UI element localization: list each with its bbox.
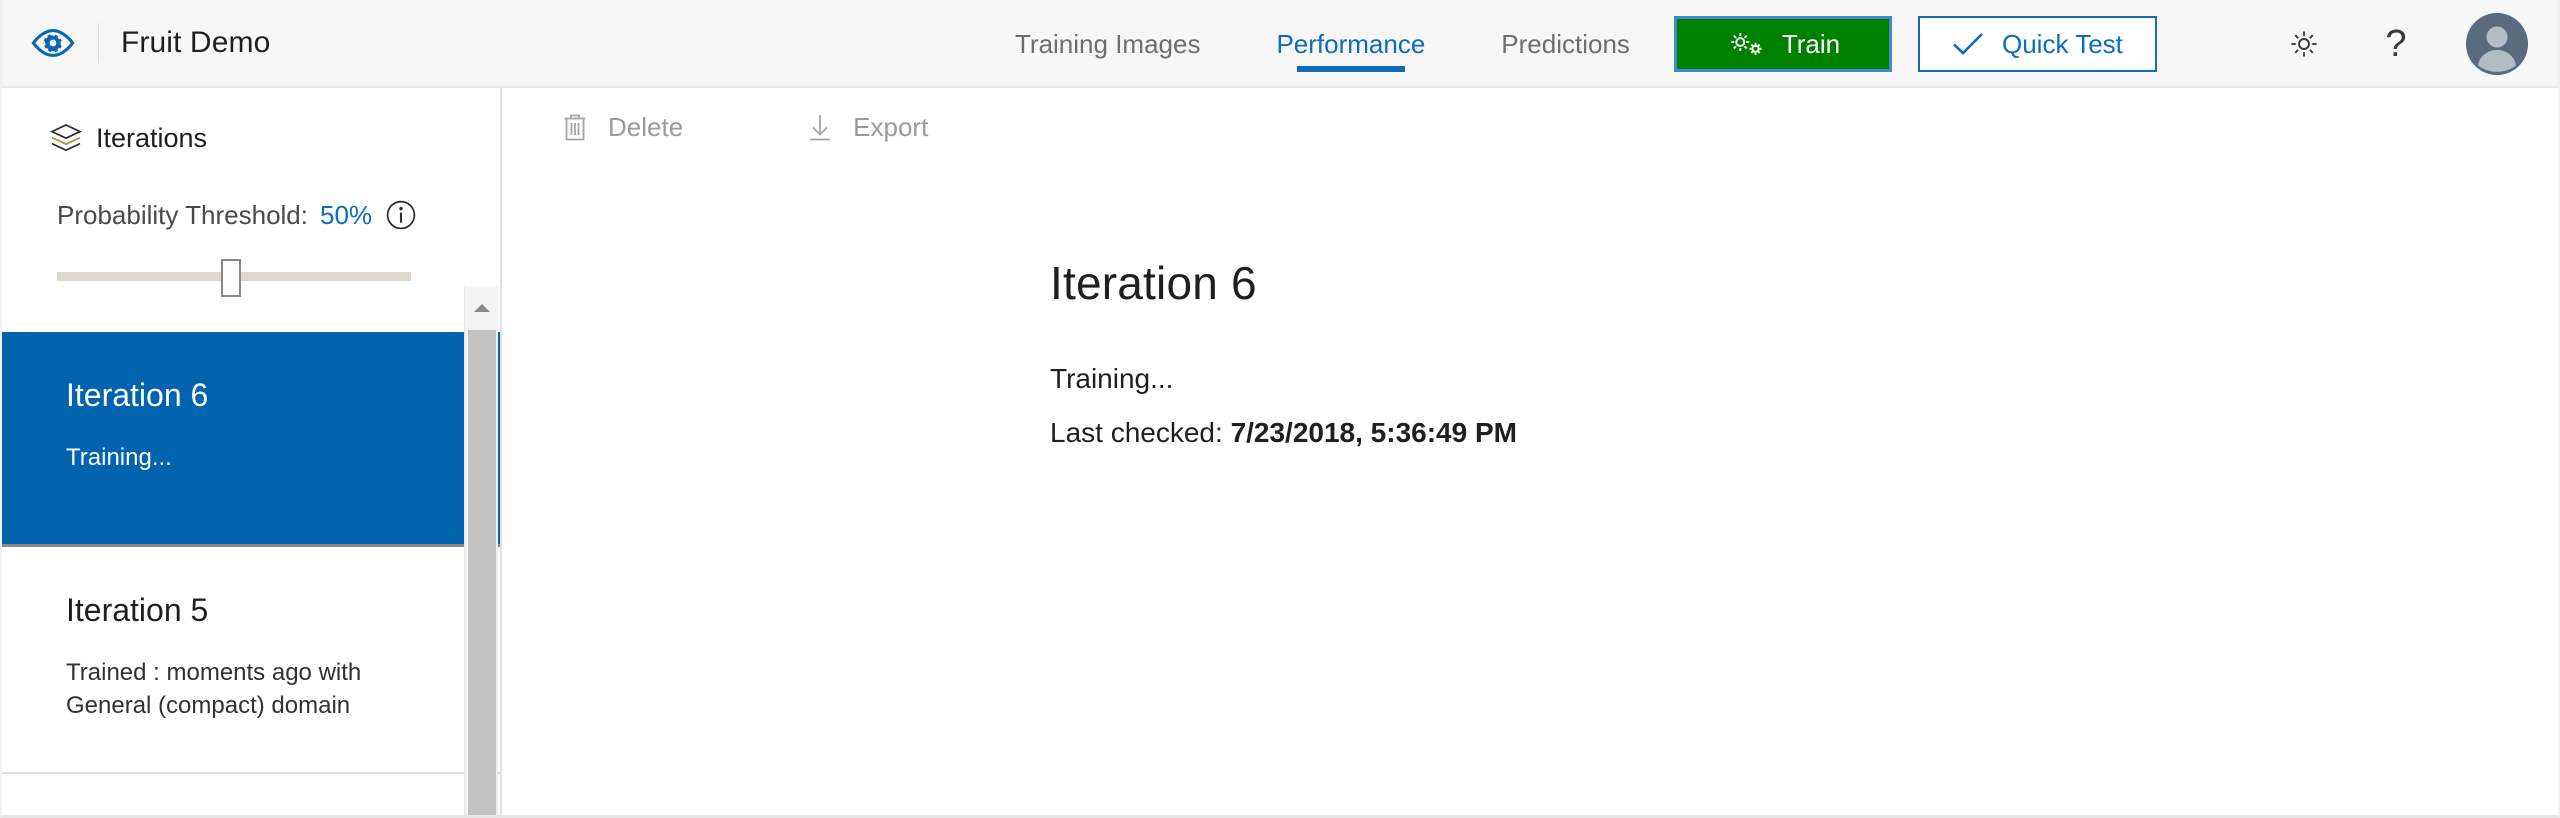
- last-checked-value: 7/23/2018, 5:36:49 PM: [1230, 416, 1517, 448]
- threshold-value: 50%: [320, 199, 373, 230]
- download-arrow-icon: [805, 111, 835, 143]
- quick-test-button[interactable]: Quick Test: [1918, 16, 2157, 72]
- last-checked-label: Last checked:: [1050, 416, 1223, 448]
- iterations-heading: Iterations: [2, 88, 500, 160]
- train-button-label: Train: [1781, 28, 1841, 59]
- trash-icon: [560, 111, 590, 143]
- iteration-detail-title: Iteration 6: [1050, 257, 1257, 309]
- main-nav: Training Images Performance Predictions: [977, 0, 1668, 88]
- iterations-sidebar: Iterations Probability Threshold: 50% It…: [2, 88, 502, 815]
- tab-predictions[interactable]: Predictions: [1463, 0, 1668, 88]
- iteration-list-item-5[interactable]: Iteration 5 Trained : moments ago with G…: [2, 547, 500, 775]
- iteration-status: Trained : moments ago with General (comp…: [66, 659, 362, 720]
- app-header: Fruit Demo Training Images Performance P…: [2, 0, 2558, 88]
- eye-gear-logo-icon: [26, 16, 80, 70]
- export-button[interactable]: Export: [777, 97, 956, 157]
- scrollbar-thumb[interactable]: [468, 330, 496, 815]
- header-actions: Train Quick Test: [1674, 0, 2157, 88]
- iteration-last-checked: Last checked: 7/23/2018, 5:36:49 PM: [1050, 416, 2558, 448]
- header-utility-icons: ?: [2282, 0, 2528, 88]
- iteration-detail-panel: Iteration 6 Training... Last checked: 7/…: [502, 166, 2558, 447]
- checkmark-icon: [1952, 31, 1984, 57]
- iterations-heading-label: Iterations: [96, 122, 208, 153]
- threshold-label: Probability Threshold:: [57, 199, 308, 230]
- main-content: Delete Export Iteration 6 Training... La…: [502, 88, 2558, 815]
- brand-divider: [98, 23, 99, 63]
- custom-vision-app: Fruit Demo Training Images Performance P…: [0, 0, 2560, 818]
- probability-threshold-slider[interactable]: [57, 256, 411, 297]
- gears-icon: [1726, 29, 1766, 59]
- brand-area: Fruit Demo: [2, 0, 296, 87]
- probability-threshold-block: Probability Threshold: 50%: [2, 160, 500, 297]
- info-circle-icon[interactable]: [384, 198, 418, 232]
- question-mark-glyph: ?: [2385, 23, 2407, 65]
- help-question-icon[interactable]: ?: [2374, 22, 2418, 66]
- iteration-list-item-6[interactable]: Iteration 6 Training...: [2, 332, 500, 547]
- page-title: Fruit Demo: [121, 26, 271, 59]
- settings-gear-icon[interactable]: [2282, 22, 2326, 66]
- sidebar-scrollbar[interactable]: [464, 286, 498, 815]
- layers-icon: [50, 123, 82, 153]
- quick-test-button-label: Quick Test: [2002, 28, 2123, 59]
- iteration-toolbar: Delete Export: [502, 88, 2558, 166]
- iteration-title: Iteration 6: [66, 377, 209, 413]
- iteration-title: Iteration 5: [66, 592, 209, 628]
- iterations-list: Iteration 6 Training... Iteration 5 Trai…: [2, 332, 500, 815]
- user-avatar[interactable]: [2466, 13, 2528, 75]
- iteration-status: Training...: [66, 444, 172, 472]
- delete-button-label: Delete: [608, 111, 684, 142]
- threshold-row: Probability Threshold: 50%: [57, 198, 452, 232]
- train-button[interactable]: Train: [1674, 16, 1892, 72]
- slider-thumb[interactable]: [221, 259, 241, 297]
- body-wrapper: Iterations Probability Threshold: 50% It…: [2, 88, 2558, 815]
- scrollbar-up-arrow-icon[interactable]: [465, 286, 498, 330]
- tab-training-images[interactable]: Training Images: [977, 0, 1238, 88]
- delete-button[interactable]: Delete: [532, 97, 711, 157]
- export-button-label: Export: [853, 111, 929, 142]
- tab-performance[interactable]: Performance: [1238, 0, 1463, 88]
- iteration-detail-status: Training...: [1050, 362, 1174, 394]
